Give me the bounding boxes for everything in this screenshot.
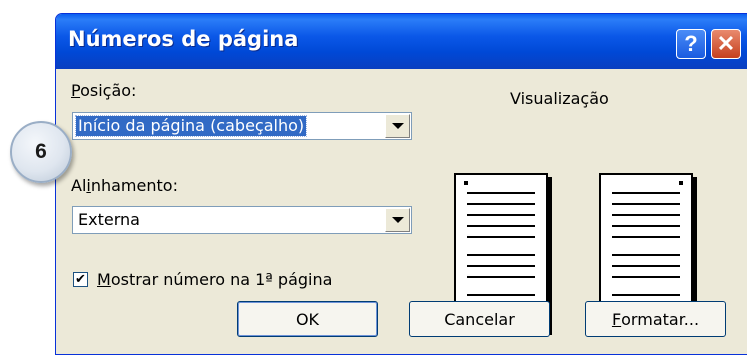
page-numbers-dialog: Números de página ? ✕ Posição: Início da… — [55, 13, 747, 355]
help-button[interactable]: ? — [676, 29, 706, 59]
text-line — [612, 236, 680, 238]
text-line — [467, 265, 535, 267]
show-first-page-accesskey: M — [97, 270, 111, 289]
position-label: Posição: — [71, 81, 136, 100]
text-line — [612, 203, 680, 205]
alignment-dropdown-button[interactable] — [385, 208, 410, 232]
text-line — [612, 265, 680, 267]
alignment-label-text-end: nhamento: — [90, 176, 178, 195]
text-line — [612, 225, 680, 227]
position-dropdown-button[interactable] — [385, 114, 410, 138]
text-line — [612, 214, 680, 216]
checkmark-icon: ✔ — [75, 272, 86, 287]
close-button[interactable]: ✕ — [711, 29, 741, 59]
dialog-title: Números de página — [68, 27, 299, 51]
format-text: ormatar... — [621, 309, 700, 329]
text-line — [612, 192, 680, 194]
alignment-label: Alinhamento: — [71, 176, 178, 195]
position-selected-value: Início da página (cabeçalho) — [74, 115, 308, 137]
text-line — [467, 225, 535, 227]
step-number-badge: 6 — [10, 121, 72, 183]
cancel-button[interactable]: Cancelar — [409, 301, 550, 337]
chevron-down-icon — [391, 217, 404, 223]
preview-label: Visualização — [510, 89, 609, 108]
text-line — [467, 192, 535, 194]
chevron-down-icon — [391, 123, 404, 129]
help-icon: ? — [684, 31, 698, 56]
text-line — [612, 254, 680, 256]
ok-button[interactable]: OK — [237, 301, 378, 337]
format-accesskey: F — [611, 309, 622, 329]
step-number: 6 — [35, 140, 47, 163]
show-first-page-label[interactable]: Mostrar número na 1ª página — [97, 270, 332, 289]
alignment-select[interactable]: Externa — [72, 206, 412, 234]
format-button[interactable]: Formatar... — [585, 301, 726, 337]
page-number-marker — [679, 181, 683, 185]
text-line — [612, 294, 680, 296]
text-line — [467, 254, 535, 256]
alignment-label-text-start: Al — [71, 176, 87, 195]
close-icon: ✕ — [716, 31, 736, 56]
text-line — [467, 276, 535, 278]
text-line — [612, 276, 680, 278]
alignment-selected-value: Externa — [78, 210, 140, 229]
text-line — [467, 294, 535, 296]
page-number-marker — [464, 181, 468, 185]
text-line — [467, 214, 535, 216]
text-line — [467, 236, 535, 238]
title-bar: Números de página ? ✕ — [56, 14, 747, 69]
position-label-text: osição: — [80, 81, 137, 100]
show-first-page-checkbox[interactable]: ✔ — [73, 272, 88, 287]
position-select[interactable]: Início da página (cabeçalho) — [72, 112, 412, 140]
show-first-page-text: ostrar número na 1ª página — [110, 270, 333, 289]
position-label-accesskey: P — [71, 81, 81, 100]
text-line — [467, 203, 535, 205]
